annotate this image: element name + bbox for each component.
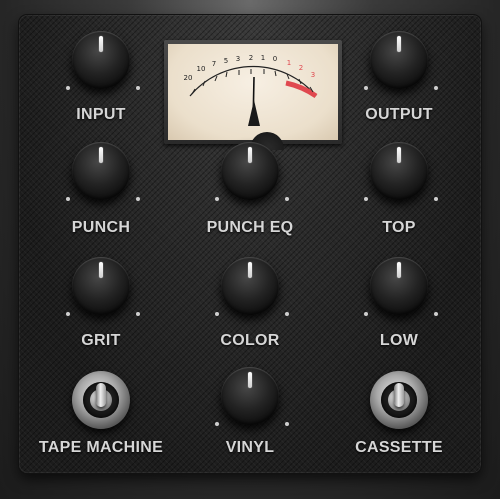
output-max-dot (434, 86, 438, 90)
low-min-dot (364, 312, 368, 316)
grit-max-dot (136, 312, 140, 316)
vu-label-5: 5 (224, 57, 228, 65)
output-knob[interactable] (370, 31, 428, 89)
output-label: OUTPUT (365, 106, 433, 123)
vu-label-plus1: 1 (287, 59, 291, 67)
low-knob-indicator (397, 262, 401, 278)
punch-eq-knob[interactable] (221, 142, 279, 200)
plugin-panel: INPUT 20 10 7 5 3 2 1 0 1 2 3 OUTPUT PUN… (19, 15, 481, 473)
punch-eq-label: PUNCH EQ (206, 219, 294, 236)
punch-eq-knob-indicator (248, 147, 252, 163)
low-knob[interactable] (370, 257, 428, 315)
input-min-dot (66, 86, 70, 90)
grit-knob-indicator (99, 262, 103, 278)
cassette-toggle-lever (394, 383, 404, 407)
vu-needle-base (248, 100, 260, 126)
vinyl-label: VINYL (225, 439, 275, 456)
vinyl-knob[interactable] (221, 367, 279, 425)
low-max-dot (434, 312, 438, 316)
output-knob-indicator (397, 36, 401, 52)
punch-knob-indicator (99, 147, 103, 163)
low-label: LOW (379, 332, 419, 349)
grit-label: GRIT (81, 332, 121, 349)
vinyl-max-dot (285, 422, 289, 426)
vinyl-knob-indicator (248, 372, 252, 388)
grit-min-dot (66, 312, 70, 316)
color-knob[interactable] (221, 257, 279, 315)
top-knob-indicator (397, 147, 401, 163)
vu-label-plus2: 2 (299, 64, 303, 72)
vu-label-20: 20 (184, 74, 193, 82)
input-max-dot (136, 86, 140, 90)
color-label: COLOR (220, 332, 280, 349)
vu-meter: 20 10 7 5 3 2 1 0 1 2 3 (164, 40, 342, 150)
output-min-dot (364, 86, 368, 90)
top-label: TOP (382, 219, 416, 236)
tape-machine-toggle-switch[interactable] (72, 371, 130, 429)
top-max-dot (434, 197, 438, 201)
cassette-toggle-switch[interactable] (370, 371, 428, 429)
vu-tick-marks (191, 69, 314, 95)
color-max-dot (285, 312, 289, 316)
grit-knob[interactable] (72, 257, 130, 315)
punch-min-dot (66, 197, 70, 201)
punch-max-dot (136, 197, 140, 201)
top-knob[interactable] (370, 142, 428, 200)
vu-label-plus3: 3 (311, 71, 315, 79)
cassette-label: CASSETTE (355, 439, 443, 456)
tape-machine-label: TAPE MACHINE (38, 439, 164, 456)
punch-label: PUNCH (71, 219, 131, 236)
vu-label-10: 10 (197, 65, 206, 73)
tape-machine-toggle-lever (96, 383, 106, 407)
top-min-dot (364, 197, 368, 201)
punch-knob[interactable] (72, 142, 130, 200)
input-knob[interactable] (72, 31, 130, 89)
punch-eq-min-dot (215, 197, 219, 201)
color-knob-indicator (248, 262, 252, 278)
input-label: INPUT (76, 106, 126, 123)
vu-label-0: 0 (273, 55, 277, 63)
vu-label-3: 3 (236, 55, 240, 63)
input-knob-indicator (99, 36, 103, 52)
plugin-window: INPUT 20 10 7 5 3 2 1 0 1 2 3 OUTPUT PUN… (0, 0, 500, 499)
vu-label-2: 2 (249, 54, 253, 62)
vinyl-min-dot (215, 422, 219, 426)
vu-label-7: 7 (212, 60, 216, 68)
color-min-dot (215, 312, 219, 316)
vu-meter-scale: 20 10 7 5 3 2 1 0 1 2 3 (184, 54, 318, 127)
punch-eq-max-dot (285, 197, 289, 201)
vu-label-1: 1 (261, 54, 265, 62)
